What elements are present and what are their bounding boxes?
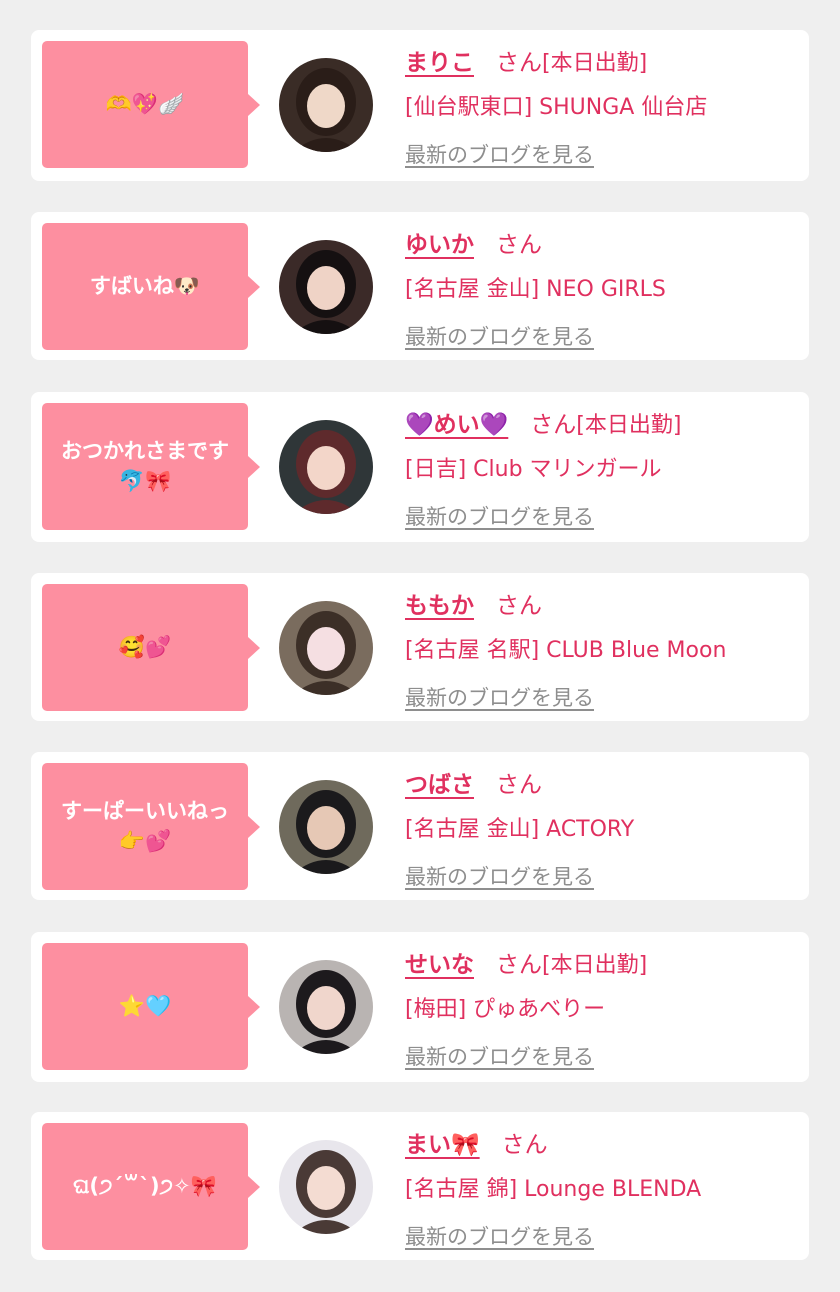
comment-text: 🥰💕 (118, 634, 172, 659)
shop-name: [名古屋 金山] ACTORY (405, 817, 635, 842)
name-line: まい🎀 さん (405, 1125, 799, 1159)
comment-text: 🫶💖🪽 (105, 91, 185, 116)
blog-card[interactable]: すばいね🐶 ゆいか さん [名古屋 金山] NEO GIRLS 最新のブログを見る (31, 212, 809, 360)
name-line: 💜めい💜 さん [本日出勤] (405, 405, 799, 439)
avatar-photo-icon (279, 1140, 373, 1234)
avatar-photo-icon (279, 240, 373, 334)
honorific: さん (496, 232, 542, 258)
name-line: まりこ さん [本日出勤] (405, 43, 799, 77)
avatar[interactable] (279, 960, 373, 1054)
shop-name: [名古屋 金山] NEO GIRLS (405, 277, 666, 302)
avatar[interactable] (279, 601, 373, 695)
comment-text: ଘ(੭ˊ꒳ˋ)੭✧🎀 (73, 1173, 217, 1198)
work-status: [本日出勤] (576, 413, 682, 438)
honorific: さん (496, 772, 542, 798)
cast-info: まりこ さん [本日出勤] [仙台駅東口] SHUNGA 仙台店最新のブログを見る (405, 43, 799, 169)
cast-name-link[interactable]: ももか (405, 586, 474, 620)
cast-name-link[interactable]: まい🎀 (405, 1125, 480, 1159)
honorific: さん (496, 593, 542, 619)
honorific: さん (496, 50, 542, 76)
shop-name: [日吉] Club マリンガール (405, 457, 662, 482)
shop-name: [名古屋 錦] Lounge BLENDA (405, 1177, 702, 1202)
name-line: ももか さん (405, 586, 799, 620)
cast-name-link[interactable]: せいな (405, 945, 474, 979)
latest-blog-link[interactable]: 最新のブログを見る (405, 321, 594, 351)
cast-info: つばさ さん [名古屋 金山] ACTORY 最新のブログを見る (405, 765, 799, 891)
comment-text: すばいね🐶 (89, 273, 201, 298)
latest-blog-link[interactable]: 最新のブログを見る (405, 1221, 594, 1251)
name-line: つばさ さん (405, 765, 799, 799)
blog-card[interactable]: ଘ(੭ˊ꒳ˋ)੭✧🎀 まい🎀 さん [名古屋 錦] Lounge BLENDA 最新のブ… (31, 1112, 809, 1260)
shop-name: [梅田] ぴゅあべりー (405, 997, 606, 1022)
blog-like-list: 🫶💖🪽 まりこ さん [本日出勤] [仙台駅東口] SHUNGA 仙台店 最新のブログを見… (0, 0, 840, 1292)
comment-bubble: おつかれさまです 🐬🎀 (42, 403, 260, 530)
avatar[interactable] (279, 240, 373, 334)
comment-text: おつかれさまです 🐬🎀 (61, 439, 229, 493)
comment-bubble: ଘ(੭ˊ꒳ˋ)੭✧🎀 (42, 1123, 260, 1250)
blog-card[interactable]: すーぱーいいねっ 👉💕 つばさ さん [名古屋 金山] ACTORY 最新のブログを見る (31, 752, 809, 900)
cast-info: せいな さん [本日出勤] [梅田] ぴゅあべりー最新のブログを見る (405, 945, 799, 1071)
comment-bubble: 🥰💕 (42, 584, 260, 711)
avatar-photo-icon (279, 960, 373, 1054)
shop-name: [仙台駅東口] SHUNGA 仙台店 (405, 95, 708, 120)
comment-text: すーぱーいいねっ 👉💕 (61, 799, 229, 853)
latest-blog-link[interactable]: 最新のブログを見る (405, 1041, 594, 1071)
avatar-photo-icon (279, 58, 373, 152)
avatar[interactable] (279, 1140, 373, 1234)
latest-blog-link[interactable]: 最新のブログを見る (405, 682, 594, 712)
shop-name: [名古屋 名駅] CLUB Blue Moon (405, 638, 727, 663)
latest-blog-link[interactable]: 最新のブログを見る (405, 139, 594, 169)
cast-name-link[interactable]: 💜めい💜 (405, 405, 508, 439)
work-status: [本日出勤] (542, 51, 648, 76)
work-status: [本日出勤] (542, 953, 648, 978)
cast-info: ゆいか さん [名古屋 金山] NEO GIRLS 最新のブログを見る (405, 225, 799, 351)
honorific: さん (501, 1132, 548, 1158)
name-line: せいな さん [本日出勤] (405, 945, 799, 979)
avatar[interactable] (279, 58, 373, 152)
avatar-photo-icon (279, 420, 373, 514)
blog-card[interactable]: 🥰💕 ももか さん [名古屋 名駅] CLUB Blue Moon 最新のブログを見る (31, 573, 809, 721)
comment-bubble: 🫶💖🪽 (42, 41, 260, 168)
blog-card[interactable]: ⭐️🩵 せいな さん [本日出勤] [梅田] ぴゅあべりー最新のブログを見る (31, 932, 809, 1082)
cast-name-link[interactable]: つばさ (405, 765, 474, 799)
name-line: ゆいか さん (405, 225, 799, 259)
cast-info: 💜めい💜 さん [本日出勤] [日吉] Club マリンガール最新のブログを見る (405, 405, 799, 531)
cast-name-link[interactable]: まりこ (405, 43, 474, 77)
comment-bubble: ⭐️🩵 (42, 943, 260, 1070)
comment-text: ⭐️🩵 (118, 993, 172, 1018)
honorific: さん (530, 412, 577, 438)
blog-card[interactable]: 🫶💖🪽 まりこ さん [本日出勤] [仙台駅東口] SHUNGA 仙台店最新のブログを見… (31, 30, 809, 181)
avatar[interactable] (279, 420, 373, 514)
latest-blog-link[interactable]: 最新のブログを見る (405, 861, 594, 891)
comment-bubble: すーぱーいいねっ 👉💕 (42, 763, 260, 890)
latest-blog-link[interactable]: 最新のブログを見る (405, 501, 594, 531)
avatar-photo-icon (279, 601, 373, 695)
blog-card[interactable]: おつかれさまです 🐬🎀 💜めい💜 さん [本日出勤] [日吉] Club マリンガール最… (31, 392, 809, 542)
cast-info: まい🎀 さん [名古屋 錦] Lounge BLENDA 最新のブログを見る (405, 1125, 799, 1251)
avatar-photo-icon (279, 780, 373, 874)
honorific: さん (496, 952, 542, 978)
avatar[interactable] (279, 780, 373, 874)
cast-name-link[interactable]: ゆいか (405, 225, 474, 259)
cast-info: ももか さん [名古屋 名駅] CLUB Blue Moon 最新のブログを見る (405, 586, 799, 712)
comment-bubble: すばいね🐶 (42, 223, 260, 350)
